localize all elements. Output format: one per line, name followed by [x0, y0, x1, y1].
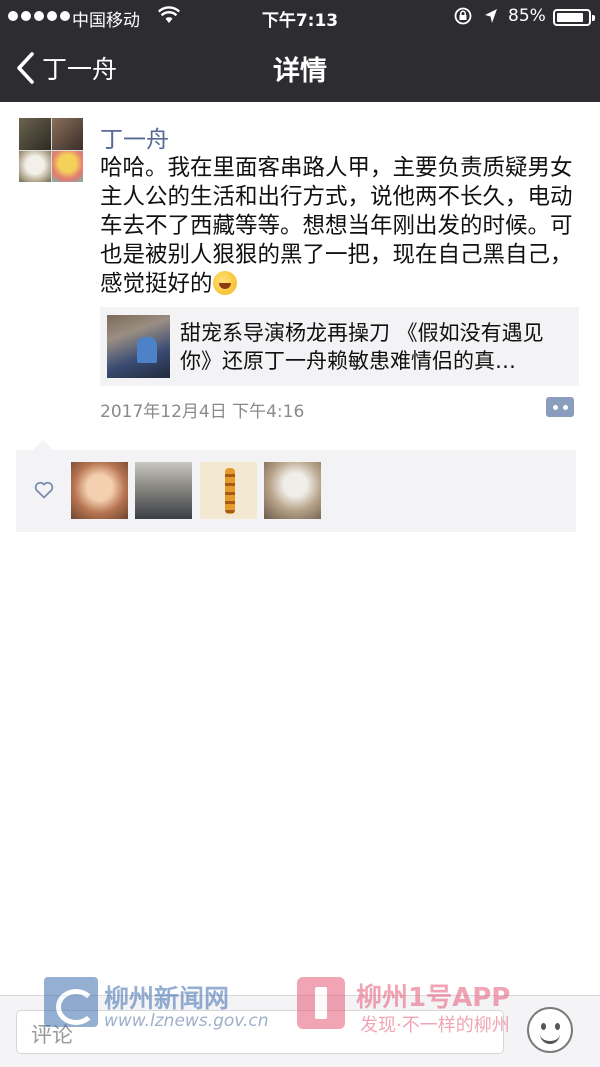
- author-name[interactable]: 丁一舟: [100, 120, 169, 154]
- liker-avatar[interactable]: [264, 462, 321, 519]
- laughing-tears-emoji-icon: [212, 271, 237, 295]
- comment-like-menu-button[interactable]: [546, 397, 574, 417]
- location-arrow-icon: [485, 9, 497, 23]
- comment-input[interactable]: 评论: [16, 1010, 504, 1054]
- battery-percent: 85%: [508, 6, 546, 26]
- chevron-left-icon: [17, 52, 34, 84]
- comment-bar: 评论: [0, 995, 600, 1067]
- battery-fill: [557, 13, 583, 22]
- likes-panel: [16, 450, 576, 532]
- liker-avatar[interactable]: [71, 462, 128, 519]
- liker-avatar[interactable]: [200, 462, 257, 519]
- author-avatar[interactable]: [19, 118, 83, 182]
- navigation-bar: 丁一舟 详情: [0, 34, 600, 102]
- heart-outline-icon: [34, 481, 54, 499]
- post-text-body: 哈哈。我在里面客串路人甲，主要负责质疑男女主人公的生活和出行方式，说他两不长久，…: [100, 155, 573, 297]
- shared-link-card[interactable]: 甜宠系导演杨龙再操刀 《假如没有遇见你》还原丁一舟赖敏患难情侣的真…: [100, 307, 579, 386]
- battery-icon: [553, 9, 595, 26]
- status-bar: 中国移动 下午7:13 85%: [0, 0, 600, 34]
- post-timestamp: 2017年12月4日 下午4:16: [100, 402, 305, 422]
- back-button-label: 丁一舟: [42, 55, 118, 84]
- liker-avatar[interactable]: [135, 462, 192, 519]
- link-thumbnail: [107, 315, 170, 378]
- back-button[interactable]: 丁一舟: [14, 48, 117, 88]
- post-text: 哈哈。我在里面客串路人甲，主要负责质疑男女主人公的生活和出行方式，说他两不长久，…: [100, 154, 578, 299]
- likes-arrow: [33, 440, 53, 450]
- link-title: 甜宠系导演杨龙再操刀 《假如没有遇见你》还原丁一舟赖敏患难情侣的真…: [180, 321, 544, 373]
- top-bar: 中国移动 下午7:13 85% 丁一舟 详情: [0, 0, 600, 102]
- smiley-icon[interactable]: [527, 1007, 573, 1053]
- rotation-lock-icon: [454, 7, 472, 25]
